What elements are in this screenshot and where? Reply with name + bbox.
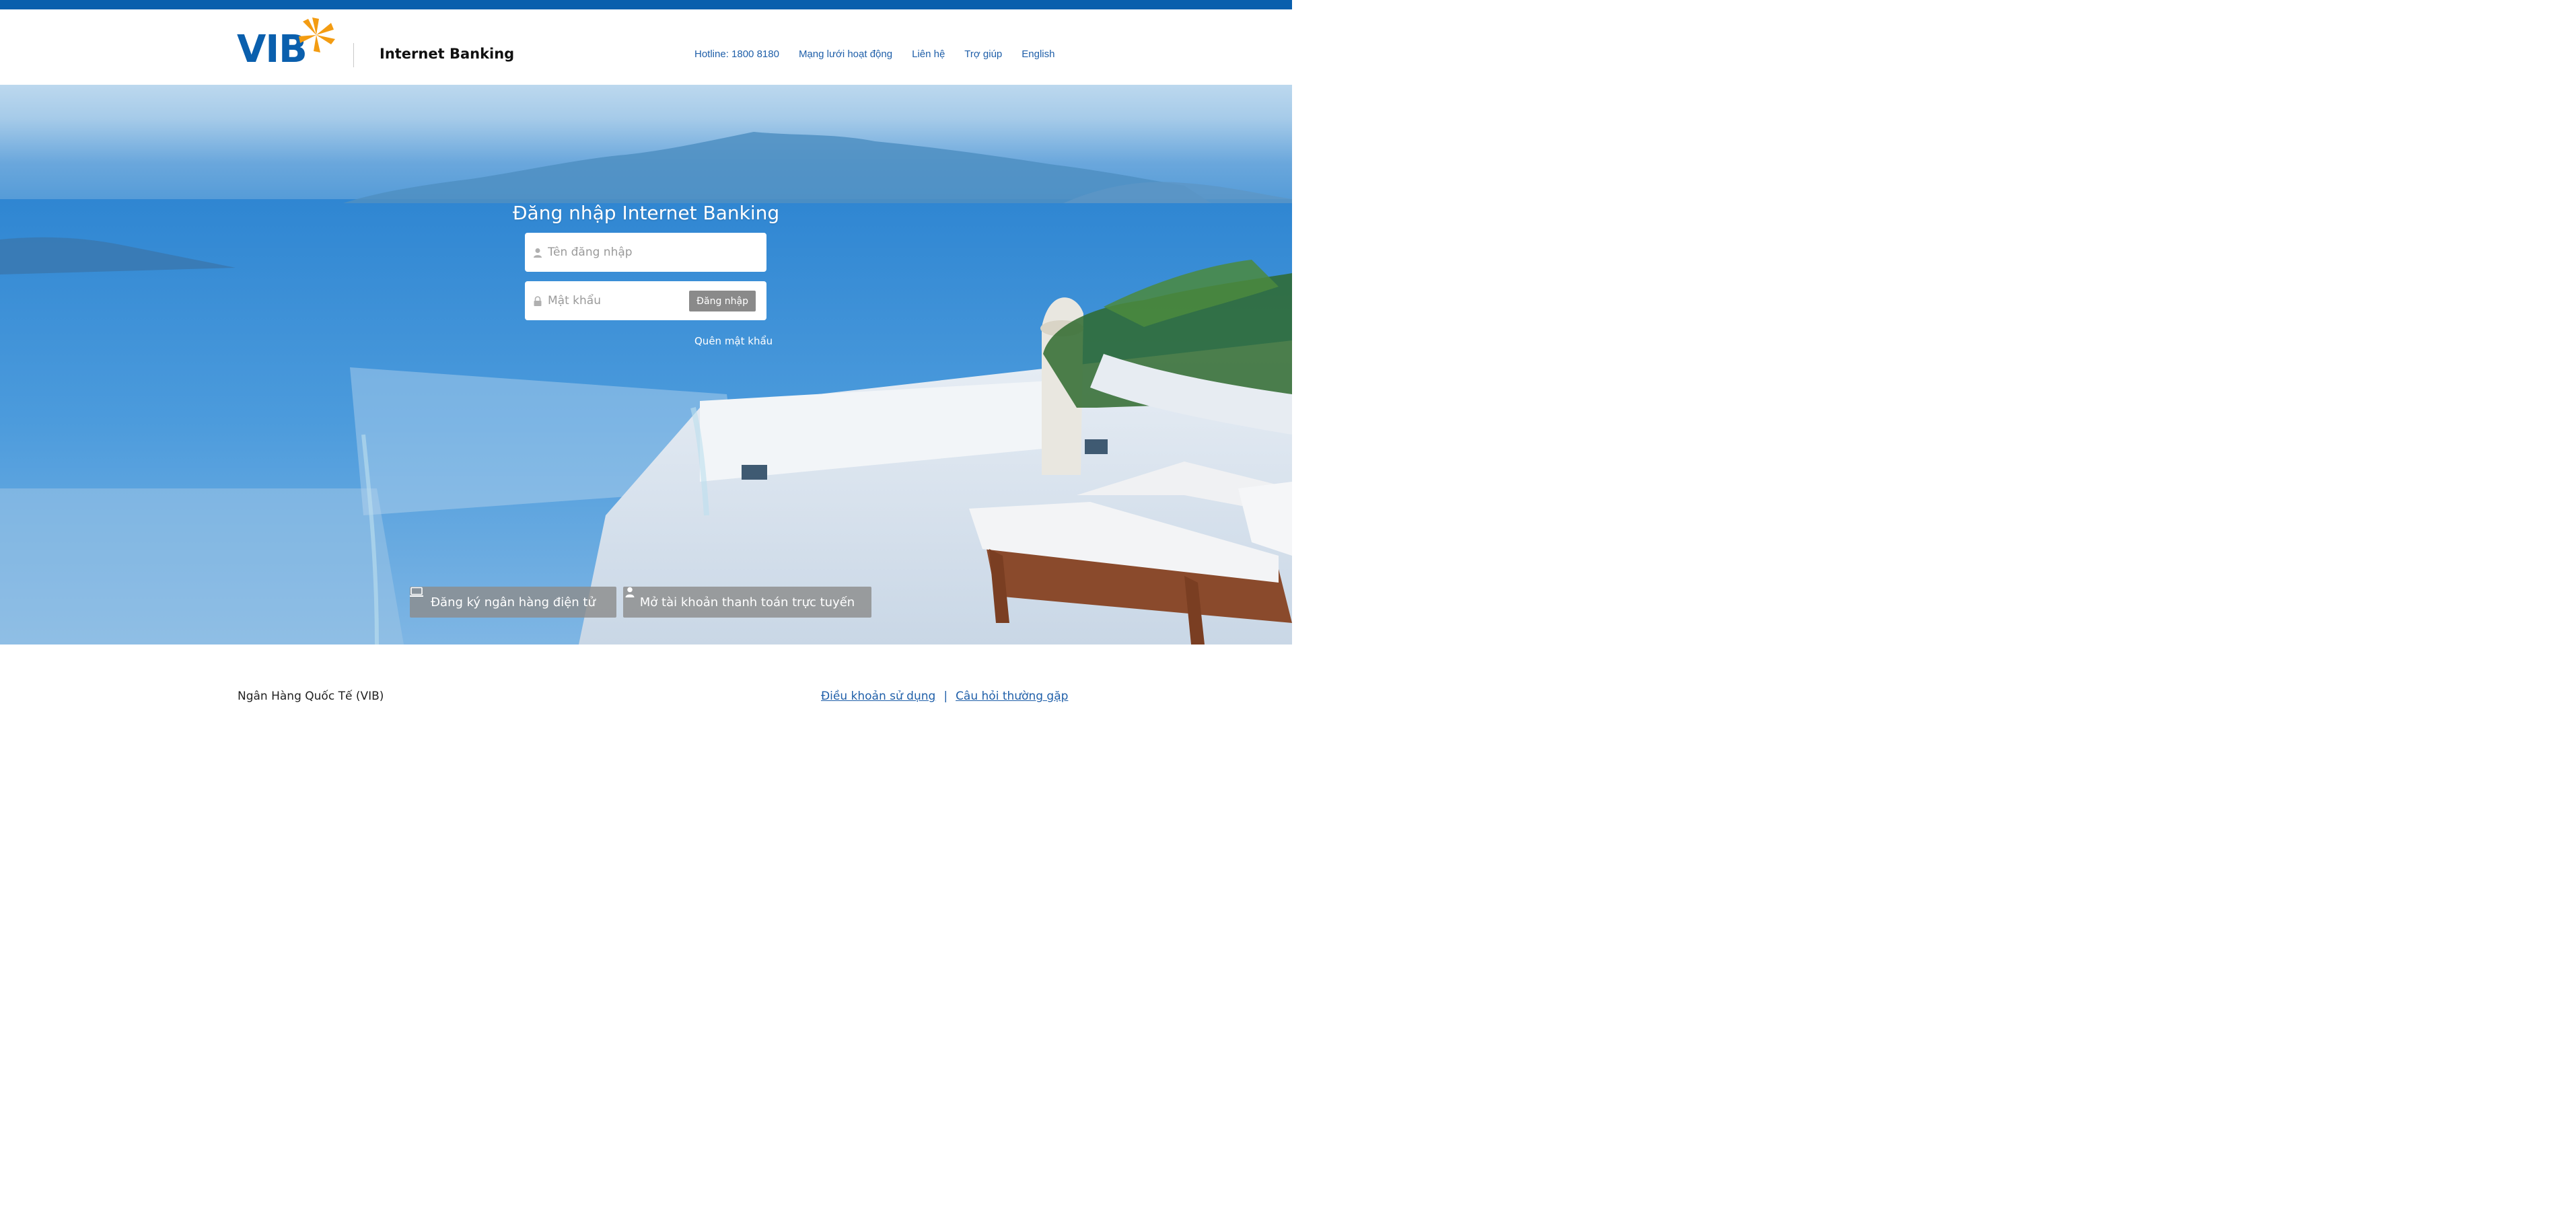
password-input[interactable] [548,281,682,320]
lock-icon [534,296,542,306]
user-icon [534,248,542,258]
nav-branch-network[interactable]: Mạng lưới hoạt động [799,48,892,60]
header-divider [353,43,354,67]
hero-background-image [0,132,1292,645]
vib-logo[interactable]: VIB [237,16,338,77]
nav-help[interactable]: Trợ giúp [964,48,1002,60]
nav-contact[interactable]: Liên hệ [912,48,945,60]
hero-banner: Đăng nhập Internet Banking Đăng nhập Quê… [0,85,1292,645]
footer-separator: | [943,690,948,703]
password-field[interactable]: Đăng nhập [525,281,766,320]
login-button[interactable]: Đăng nhập [689,291,756,311]
person-icon [625,587,635,597]
site-header: VIB Internet Banking Hotline: 1800 8180 … [0,9,1292,85]
top-accent-bar [0,0,1292,9]
faq-link[interactable]: Câu hỏi thường gặp [956,690,1068,703]
page: VIB Internet Banking Hotline: 1800 8180 … [0,0,1292,1215]
logo-star-icon [299,17,335,52]
open-account-label: Mở tài khoản thanh toán trực tuyến [639,595,855,610]
username-input[interactable] [548,233,682,272]
terms-link[interactable]: Điều khoản sử dụng [821,690,935,703]
username-field[interactable] [525,233,766,272]
monitor-icon [410,587,423,597]
nav-english[interactable]: English [1022,48,1054,60]
register-ebanking-button[interactable]: Đăng ký ngân hàng điện tử [410,587,616,618]
login-title: Đăng nhập Internet Banking [512,202,780,224]
app-title: Internet Banking [380,46,515,62]
nav-hotline[interactable]: Hotline: 1800 8180 [694,48,779,60]
forgot-password-link[interactable]: Quên mật khẩu [694,335,773,347]
footer-links: Điều khoản sử dụng | Câu hỏi thường gặp [821,690,1068,703]
footer-bank-name: Ngân Hàng Quốc Tế (VIB) [238,690,384,703]
open-account-button[interactable]: Mở tài khoản thanh toán trực tuyến [623,587,871,618]
header-nav: Hotline: 1800 8180 Mạng lưới hoạt động L… [694,48,1054,60]
register-ebanking-label: Đăng ký ngân hàng điện tử [431,595,596,610]
